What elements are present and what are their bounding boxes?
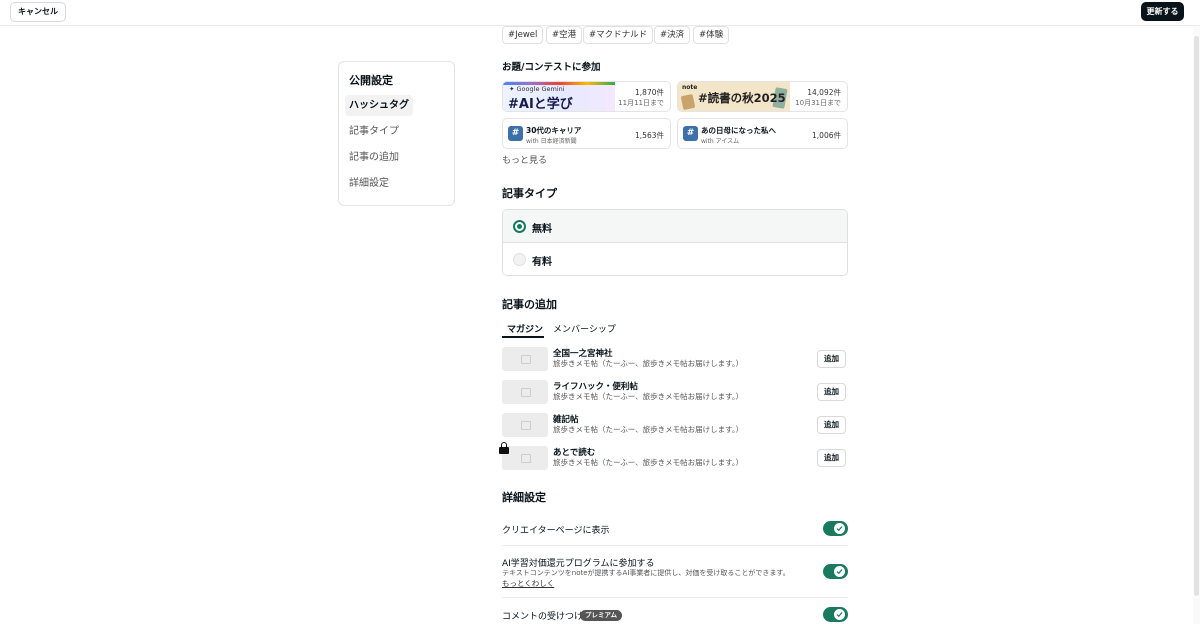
banner-title: #AIと学び bbox=[508, 97, 573, 112]
add-article-title: 記事の追加 bbox=[502, 298, 557, 311]
hashtag-icon: # bbox=[683, 126, 698, 141]
hashtag-chip[interactable]: #Jewel bbox=[502, 26, 544, 44]
magazine-thumbnail bbox=[502, 347, 548, 371]
article-type-title: 記事タイプ bbox=[502, 187, 557, 200]
cancel-button[interactable]: キャンセル bbox=[10, 2, 66, 22]
add-to-magazine-button[interactable]: 追加 bbox=[817, 383, 846, 401]
contest-deadline: 11月11日まで bbox=[618, 99, 664, 107]
check-icon bbox=[836, 569, 843, 575]
check-icon bbox=[836, 526, 843, 532]
radio-label: 無料 bbox=[532, 224, 552, 235]
radio-button[interactable] bbox=[513, 253, 526, 266]
contest-card-ai[interactable]: ✦ Google Gemini #AIと学び 1,870件 11月11日まで bbox=[502, 81, 671, 112]
contests-title: お題/コンテストに参加 bbox=[502, 62, 601, 73]
premium-badge: プレミアム bbox=[580, 610, 623, 621]
contest-count: 1,870件 bbox=[635, 88, 664, 97]
top-bar: キャンセル 更新する bbox=[0, 0, 1200, 26]
topic-count: 1,006件 bbox=[812, 131, 841, 140]
magazine-description: 旅歩きメモ帖（たーふー、旅歩きメモ帖お届けします。） bbox=[553, 392, 744, 401]
book-icon bbox=[680, 93, 696, 111]
magazine-description: 旅歩きメモ帖（たーふー、旅歩きメモ帖お届けします。） bbox=[553, 359, 744, 368]
tab-membership[interactable]: メンバーシップ bbox=[553, 322, 616, 335]
creator-page-label: クリエイターページに表示 bbox=[502, 526, 610, 536]
lock-icon bbox=[499, 442, 509, 454]
magazine-item: 雑記帖 旅歩きメモ帖（たーふー、旅歩きメモ帖お届けします。） 追加 bbox=[502, 412, 848, 438]
magazine-item: ライフハック・便利帖 旅歩きメモ帖（たーふー、旅歩きメモ帖お届けします。） 追加 bbox=[502, 379, 848, 405]
topic-name: あの日母になった私へ bbox=[701, 126, 776, 135]
banner-title: #読書の秋2025 bbox=[698, 91, 786, 105]
divider bbox=[502, 545, 848, 546]
learn-more-link[interactable]: もっとくわしく bbox=[502, 578, 554, 589]
check-icon bbox=[836, 612, 843, 618]
radio-option-paid[interactable]: 有料 bbox=[503, 243, 847, 275]
details-title: 詳細設定 bbox=[502, 491, 546, 504]
hashtag-icon: # bbox=[508, 126, 523, 141]
topic-name: 30代のキャリア bbox=[526, 126, 582, 135]
tab-magazine[interactable]: マガジン bbox=[507, 322, 543, 335]
magazine-thumbnail bbox=[502, 380, 548, 404]
settings-sidebar: 公開設定 ハッシュタグ 記事タイプ 記事の追加 詳細設定 bbox=[338, 61, 455, 206]
add-to-magazine-button[interactable]: 追加 bbox=[817, 350, 846, 368]
magazine-item: 全国一之宮神社 旅歩きメモ帖（たーふー、旅歩きメモ帖お届けします。） 追加 bbox=[502, 346, 848, 372]
add-to-magazine-button[interactable]: 追加 bbox=[817, 449, 846, 467]
scrollbar-thumb[interactable] bbox=[1194, 36, 1199, 596]
contest-card-reading[interactable]: note #読書の秋2025 14,092件 10月31日まで bbox=[677, 81, 848, 112]
hashtag-chip[interactable]: #決済 bbox=[654, 26, 691, 44]
sidebar-item-details[interactable]: 詳細設定 bbox=[345, 173, 393, 194]
sidebar-item-add-article[interactable]: 記事の追加 bbox=[345, 147, 403, 168]
magazine-description: 旅歩きメモ帖（たーふー、旅歩きメモ帖お届けします。） bbox=[553, 458, 744, 467]
hashtag-chip[interactable]: #マクドナルド bbox=[583, 26, 654, 44]
active-tab-indicator bbox=[502, 336, 544, 338]
article-type-radio-group: 無料 有料 bbox=[502, 209, 848, 276]
topic-sponsor: with アイスム bbox=[701, 138, 740, 145]
note-logo: note bbox=[682, 84, 698, 91]
magazine-description: 旅歩きメモ帖（たーふー、旅歩きメモ帖お届けします。） bbox=[553, 425, 744, 434]
hashtag-chip[interactable]: #体験 bbox=[693, 26, 730, 44]
add-to-magazine-button[interactable]: 追加 bbox=[817, 416, 846, 434]
contest-banner: ✦ Google Gemini #AIと学び bbox=[503, 82, 615, 112]
topic-count: 1,563件 bbox=[635, 131, 664, 140]
topic-sponsor: with 日本経済新聞 bbox=[526, 138, 577, 145]
ai-program-toggle[interactable] bbox=[823, 564, 848, 579]
divider bbox=[502, 597, 848, 598]
magazine-thumbnail bbox=[502, 413, 548, 437]
contest-deadline: 10月31日まで bbox=[795, 99, 841, 107]
comments-toggle[interactable] bbox=[823, 607, 848, 622]
creator-page-toggle[interactable] bbox=[823, 521, 848, 536]
sidebar-item-article-type[interactable]: 記事タイプ bbox=[345, 121, 403, 142]
page-scrollbar[interactable] bbox=[1193, 26, 1200, 624]
sidebar-item-hashtag[interactable]: ハッシュタグ bbox=[345, 95, 413, 116]
see-more-link[interactable]: もっと見る bbox=[502, 153, 547, 166]
hashtag-chip[interactable]: #空港 bbox=[546, 26, 583, 44]
radio-option-free[interactable]: 無料 bbox=[503, 210, 847, 243]
topic-card-career[interactable]: # 30代のキャリア with 日本経済新聞 1,563件 bbox=[502, 118, 671, 149]
contest-count: 14,092件 bbox=[807, 88, 841, 97]
radio-button[interactable] bbox=[513, 220, 526, 233]
update-button[interactable]: 更新する bbox=[1141, 2, 1184, 21]
topic-card-mother[interactable]: # あの日母になった私へ with アイスム 1,006件 bbox=[677, 118, 848, 149]
comments-label: コメントの受けつけ bbox=[502, 612, 584, 622]
ai-program-description: テキストコンテンツをnoteが提携するAI事業者に提供し、対価を受け取ることがで… bbox=[502, 569, 790, 577]
gemini-logo: ✦ Google Gemini bbox=[509, 85, 565, 93]
magazine-item: あとで読む 旅歩きメモ帖（たーふー、旅歩きメモ帖お届けします。） 追加 bbox=[499, 442, 848, 471]
radio-label: 有料 bbox=[532, 257, 552, 268]
contest-banner: note #読書の秋2025 bbox=[678, 82, 790, 111]
sidebar-title: 公開設定 bbox=[349, 74, 393, 87]
